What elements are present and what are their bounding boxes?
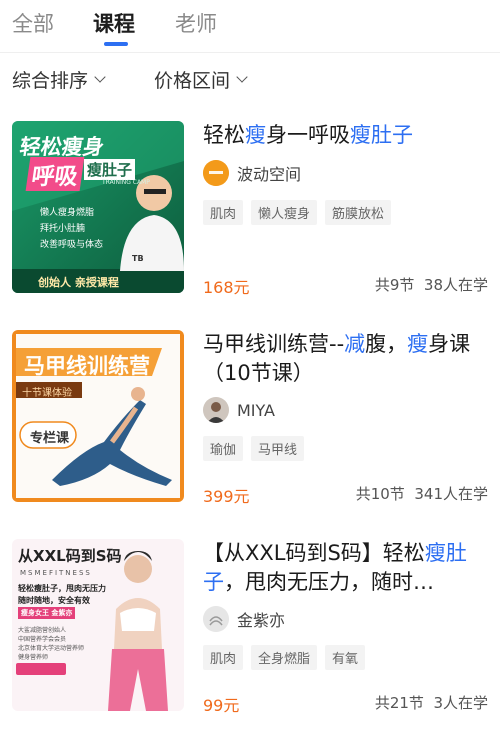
svg-text:TB: TB xyxy=(132,254,144,263)
tab-all[interactable]: 全部 xyxy=(12,8,54,38)
title-text: 身一呼吸 xyxy=(266,123,350,147)
avatar xyxy=(203,606,229,632)
course-price: 99元 xyxy=(203,696,240,715)
teacher-row[interactable]: 金紫亦 xyxy=(203,606,286,632)
thumb-title-line2: 呼吸 xyxy=(25,157,85,191)
teacher-row[interactable]: MIYA xyxy=(203,397,275,423)
title-text: 腹， xyxy=(365,332,408,356)
course-thumbnail[interactable]: TB 轻松瘦身 呼吸 瘦肚子 TRAINING CAMP 懒人瘦身燃脂 拜托小肚… xyxy=(12,121,184,293)
price-filter-label: 价格区间 xyxy=(154,70,231,92)
tag: 有氧 xyxy=(325,645,366,670)
course-info: 轻松瘦身一呼吸瘦肚子 波动空间 肌肉 懒人瘦身 筋膜放松 168元 共9节 38… xyxy=(203,121,488,297)
title-highlight: 瘦肚子 xyxy=(350,123,413,147)
chevron-down-icon xyxy=(94,71,106,83)
tag-list: 瑜伽 马甲线 xyxy=(203,436,312,461)
avatar xyxy=(203,397,229,423)
sort-filter[interactable]: 综合排序 xyxy=(12,66,106,93)
course-card[interactable]: TB 轻松瘦身 呼吸 瘦肚子 TRAINING CAMP 懒人瘦身燃脂 拜托小肚… xyxy=(0,121,500,317)
thumb-subtitle: TRAINING CAMP xyxy=(102,179,150,186)
title-text: 【从XXL码到S码】轻松 xyxy=(203,541,425,565)
avatar xyxy=(203,160,229,186)
student-count: 341人在学 xyxy=(414,485,488,503)
title-highlight: 瘦 xyxy=(407,332,429,356)
active-tab-indicator xyxy=(104,42,128,46)
thumb-note: 大鲨减脂营创始人 xyxy=(18,627,67,634)
thumb-badge: 专栏课 xyxy=(30,431,70,446)
tag: 懒人瘦身 xyxy=(251,200,318,225)
thumb-bullet: 拜托小肚腩 xyxy=(40,224,86,234)
tag-list: 肌肉 全身燃脂 有氧 xyxy=(203,645,373,670)
tag: 马甲线 xyxy=(251,436,305,461)
course-price: 168元 xyxy=(203,278,250,297)
course-thumbnail[interactable]: 从XXL码到S码 MSMEFITNESS 轻松瘦肚子，甩肉无压力 随时随地，安全… xyxy=(12,539,184,711)
tag: 筋膜放松 xyxy=(325,200,392,225)
tab-courses[interactable]: 课程 xyxy=(93,8,135,38)
thumb-title-line1: 马甲线训练营 xyxy=(24,354,150,378)
thumb-badge: 瘦身女王 金紫亦 xyxy=(18,607,76,619)
lesson-count: 共21节 xyxy=(374,694,424,712)
chevron-down-icon xyxy=(236,71,248,83)
course-meta: 共21节 3人在学 xyxy=(375,692,488,713)
tag-list: 肌肉 懒人瘦身 筋膜放松 xyxy=(203,200,399,225)
lesson-count: 共9节 xyxy=(374,276,415,294)
course-info: 【从XXL码到S码】轻松瘦肚子，甩肉无压力，随时… 金紫亦 肌肉 全身燃脂 有氧… xyxy=(203,539,488,715)
title-highlight: 瘦 xyxy=(245,123,266,147)
tag: 瑜伽 xyxy=(203,436,244,461)
student-count: 3人在学 xyxy=(433,694,488,712)
course-price: 399元 xyxy=(203,487,250,506)
teacher-name: MIYA xyxy=(237,400,275,420)
course-meta: 共9节 38人在学 xyxy=(375,274,488,295)
course-title[interactable]: 马甲线训练营--减腹，瘦身课（10节课） xyxy=(203,330,488,388)
tag: 肌肉 xyxy=(203,200,244,225)
teacher-name: 波动空间 xyxy=(237,165,302,184)
title-highlight: 瘦 xyxy=(424,541,446,565)
title-text: 轻松 xyxy=(203,123,245,147)
title-text: 马甲线训练营-- xyxy=(203,332,345,356)
course-title[interactable]: 【从XXL码到S码】轻松瘦肚子，甩肉无压力，随时… xyxy=(203,539,488,597)
lesson-count: 共10节 xyxy=(355,485,405,503)
price-filter[interactable]: 价格区间 xyxy=(154,66,248,93)
title-text: ，甩肉无压力，随时… xyxy=(224,570,434,594)
course-info: 马甲线训练营--减腹，瘦身课（10节课） MIYA 瑜伽 马甲线 399元 共1… xyxy=(203,330,488,506)
teacher-row[interactable]: 波动空间 xyxy=(203,160,302,186)
teacher-name: 金紫亦 xyxy=(237,611,286,630)
filter-bar: 综合排序 价格区间 xyxy=(0,53,500,105)
thumb-bullet: 懒人瘦身燃脂 xyxy=(40,208,95,218)
thumb-title-line3: 瘦肚子 xyxy=(84,159,136,180)
course-title[interactable]: 轻松瘦身一呼吸瘦肚子 xyxy=(203,121,488,150)
tab-teachers[interactable]: 老师 xyxy=(175,8,217,38)
thumb-bullet: 改善呼吸与体态 xyxy=(40,240,104,250)
thumb-brand: MSMEFITNESS xyxy=(20,569,92,577)
thumb-title-line2: 轻松瘦肚子，甩肉无压力 xyxy=(18,584,106,593)
tag: 全身燃脂 xyxy=(251,645,318,670)
thumb-title-line3: 随时随地，安全有效 xyxy=(18,596,90,605)
thumb-title-line1: 从XXL码到S码 xyxy=(18,547,122,565)
course-card[interactable]: 马甲线训练营 十节课体验 专栏课 马甲线训练营--减腹，瘦身课（10节课） MI… xyxy=(0,330,500,526)
thumb-note: 中国营养学会会员 xyxy=(18,636,67,643)
course-thumbnail[interactable]: 马甲线训练营 十节课体验 专栏课 xyxy=(12,330,184,502)
course-card[interactable]: 从XXL码到S码 MSMEFITNESS 轻松瘦肚子，甩肉无压力 随时随地，安全… xyxy=(0,539,500,735)
category-tabs: 全部 课程 老师 xyxy=(0,0,500,52)
thumb-subtitle: 十节课体验 xyxy=(22,388,72,399)
student-count: 38人在学 xyxy=(423,276,488,294)
course-meta: 共10节 341人在学 xyxy=(356,483,488,504)
sort-filter-label: 综合排序 xyxy=(12,70,89,92)
title-highlight: 减 xyxy=(344,332,366,356)
thumb-note: 健身营养师 xyxy=(18,654,49,661)
tag: 肌肉 xyxy=(203,645,244,670)
thumb-note: 北京体育大学运动营养师 xyxy=(18,645,85,652)
thumb-footer: 创始人 亲授课程 xyxy=(38,276,119,289)
